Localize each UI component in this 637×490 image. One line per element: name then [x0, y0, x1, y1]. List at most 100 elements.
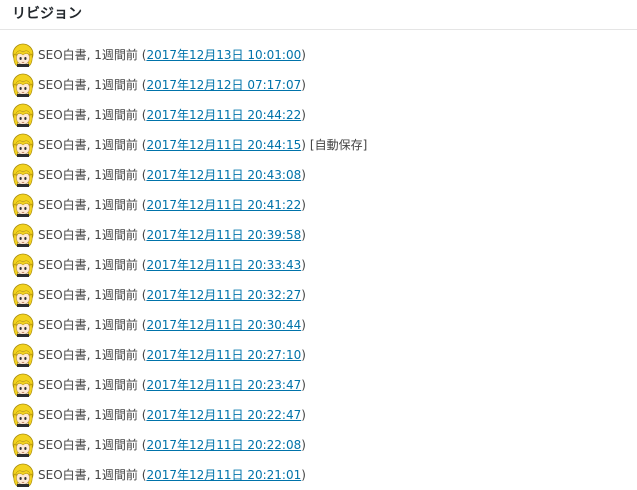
revision-time-ago: 1週間前: [94, 78, 138, 92]
revision-text: SEO白書, 1週間前 (2017年12月11日 20:44:15) [自動保存]: [38, 137, 367, 153]
revision-date-link[interactable]: 2017年12月13日 10:01:00: [146, 48, 301, 62]
revision-time-ago: 1週間前: [94, 48, 138, 62]
revision-text: SEO白書, 1週間前 (2017年12月11日 20:43:08): [38, 167, 306, 183]
revision-time-ago: 1週間前: [94, 258, 138, 272]
avatar-icon: [11, 283, 35, 307]
revision-paren-close: ): [301, 288, 306, 302]
revision-author: SEO白書: [38, 288, 87, 302]
revision-author: SEO白書: [38, 198, 87, 212]
avatar-icon: [11, 343, 35, 367]
avatar-icon: [11, 193, 35, 217]
revision-item-8: SEO白書, 1週間前 (2017年12月11日 20:33:43): [0, 250, 637, 280]
revision-note: [自動保存]: [309, 138, 368, 152]
revision-item-12: SEO白書, 1週間前 (2017年12月11日 20:23:47): [0, 370, 637, 400]
avatar-icon: [11, 223, 35, 247]
revision-paren-close: ): [301, 228, 306, 242]
revision-item-2: SEO白書, 1週間前 (2017年12月12日 07:17:07): [0, 70, 637, 100]
revision-text: SEO白書, 1週間前 (2017年12月11日 20:23:47): [38, 377, 306, 393]
revision-paren-close: ): [301, 78, 306, 92]
revision-paren-close: ): [301, 108, 306, 122]
avatar-icon: [11, 103, 35, 127]
revision-text: SEO白書, 1週間前 (2017年12月12日 07:17:07): [38, 77, 306, 93]
revision-text: SEO白書, 1週間前 (2017年12月11日 20:41:22): [38, 197, 306, 213]
revision-author: SEO白書: [38, 78, 87, 92]
revision-date-link[interactable]: 2017年12月11日 20:39:58: [146, 228, 301, 242]
revision-item-11: SEO白書, 1週間前 (2017年12月11日 20:27:10): [0, 340, 637, 370]
revision-date-link[interactable]: 2017年12月11日 20:23:47: [146, 378, 301, 392]
revision-author: SEO白書: [38, 138, 87, 152]
revision-text: SEO白書, 1週間前 (2017年12月11日 20:30:44): [38, 317, 306, 333]
revision-paren-close: ): [301, 348, 306, 362]
revision-date-link[interactable]: 2017年12月11日 20:43:08: [146, 168, 301, 182]
avatar-icon: [11, 433, 35, 457]
avatar-icon: [11, 43, 35, 67]
revision-paren-close: ): [301, 138, 306, 152]
revision-author: SEO白書: [38, 258, 87, 272]
revision-text: SEO白書, 1週間前 (2017年12月11日 20:22:08): [38, 437, 306, 453]
revision-author: SEO白書: [38, 228, 87, 242]
revision-date-link[interactable]: 2017年12月11日 20:33:43: [146, 258, 301, 272]
revision-date-link[interactable]: 2017年12月11日 20:32:27: [146, 288, 301, 302]
revision-list: SEO白書, 1週間前 (2017年12月13日 10:01:00) SEO白書…: [0, 40, 637, 490]
revision-time-ago: 1週間前: [94, 138, 138, 152]
panel-title: リビジョン: [12, 6, 82, 22]
revisions-panel-header: リビジョン: [0, 0, 637, 30]
revision-item-14: SEO白書, 1週間前 (2017年12月11日 20:22:08): [0, 430, 637, 460]
revision-author: SEO白書: [38, 168, 87, 182]
revision-text: SEO白書, 1週間前 (2017年12月11日 20:32:27): [38, 287, 306, 303]
revision-date-link[interactable]: 2017年12月11日 20:41:22: [146, 198, 301, 212]
revision-text: SEO白書, 1週間前 (2017年12月11日 20:39:58): [38, 227, 306, 243]
revision-time-ago: 1週間前: [94, 468, 138, 482]
revision-date-link[interactable]: 2017年12月11日 20:44:22: [146, 108, 301, 122]
revision-author: SEO白書: [38, 48, 87, 62]
revision-text: SEO白書, 1週間前 (2017年12月11日 20:33:43): [38, 257, 306, 273]
revision-time-ago: 1週間前: [94, 168, 138, 182]
revision-item-10: SEO白書, 1週間前 (2017年12月11日 20:30:44): [0, 310, 637, 340]
revision-time-ago: 1週間前: [94, 318, 138, 332]
revision-item-3: SEO白書, 1週間前 (2017年12月11日 20:44:22): [0, 100, 637, 130]
revision-author: SEO白書: [38, 438, 87, 452]
avatar-icon: [11, 313, 35, 337]
avatar-icon: [11, 373, 35, 397]
avatar-icon: [11, 403, 35, 427]
revision-item-15: SEO白書, 1週間前 (2017年12月11日 20:21:01): [0, 460, 637, 490]
revision-date-link[interactable]: 2017年12月11日 20:21:01: [146, 468, 301, 482]
revision-time-ago: 1週間前: [94, 348, 138, 362]
revision-time-ago: 1週間前: [94, 438, 138, 452]
revision-paren-close: ): [301, 378, 306, 392]
revision-time-ago: 1週間前: [94, 108, 138, 122]
revision-time-ago: 1週間前: [94, 408, 138, 422]
revision-item-9: SEO白書, 1週間前 (2017年12月11日 20:32:27): [0, 280, 637, 310]
avatar-icon: [11, 73, 35, 97]
revision-paren-close: ): [301, 258, 306, 272]
revision-item-1: SEO白書, 1週間前 (2017年12月13日 10:01:00): [0, 40, 637, 70]
avatar-icon: [11, 163, 35, 187]
revision-item-6: SEO白書, 1週間前 (2017年12月11日 20:41:22): [0, 190, 637, 220]
revision-time-ago: 1週間前: [94, 198, 138, 212]
revision-paren-close: ): [301, 198, 306, 212]
avatar-icon: [11, 133, 35, 157]
revision-author: SEO白書: [38, 378, 87, 392]
revision-paren-close: ): [301, 168, 306, 182]
revision-paren-close: ): [301, 438, 306, 452]
revision-text: SEO白書, 1週間前 (2017年12月11日 20:22:47): [38, 407, 306, 423]
revision-date-link[interactable]: 2017年12月11日 20:22:47: [146, 408, 301, 422]
revision-item-4: SEO白書, 1週間前 (2017年12月11日 20:44:15) [自動保存]: [0, 130, 637, 160]
revision-item-13: SEO白書, 1週間前 (2017年12月11日 20:22:47): [0, 400, 637, 430]
revision-date-link[interactable]: 2017年12月12日 07:17:07: [146, 78, 301, 92]
revision-date-link[interactable]: 2017年12月11日 20:27:10: [146, 348, 301, 362]
revision-paren-close: ): [301, 408, 306, 422]
revision-date-link[interactable]: 2017年12月11日 20:30:44: [146, 318, 301, 332]
revision-date-link[interactable]: 2017年12月11日 20:22:08: [146, 438, 301, 452]
revision-time-ago: 1週間前: [94, 228, 138, 242]
revision-date-link[interactable]: 2017年12月11日 20:44:15: [146, 138, 301, 152]
avatar-icon: [11, 463, 35, 487]
revision-author: SEO白書: [38, 348, 87, 362]
revision-item-5: SEO白書, 1週間前 (2017年12月11日 20:43:08): [0, 160, 637, 190]
revision-paren-close: ): [301, 468, 306, 482]
revision-author: SEO白書: [38, 318, 87, 332]
revision-text: SEO白書, 1週間前 (2017年12月11日 20:27:10): [38, 347, 306, 363]
revision-text: SEO白書, 1週間前 (2017年12月11日 20:44:22): [38, 107, 306, 123]
revision-text: SEO白書, 1週間前 (2017年12月11日 20:21:01): [38, 467, 306, 483]
revision-author: SEO白書: [38, 468, 87, 482]
